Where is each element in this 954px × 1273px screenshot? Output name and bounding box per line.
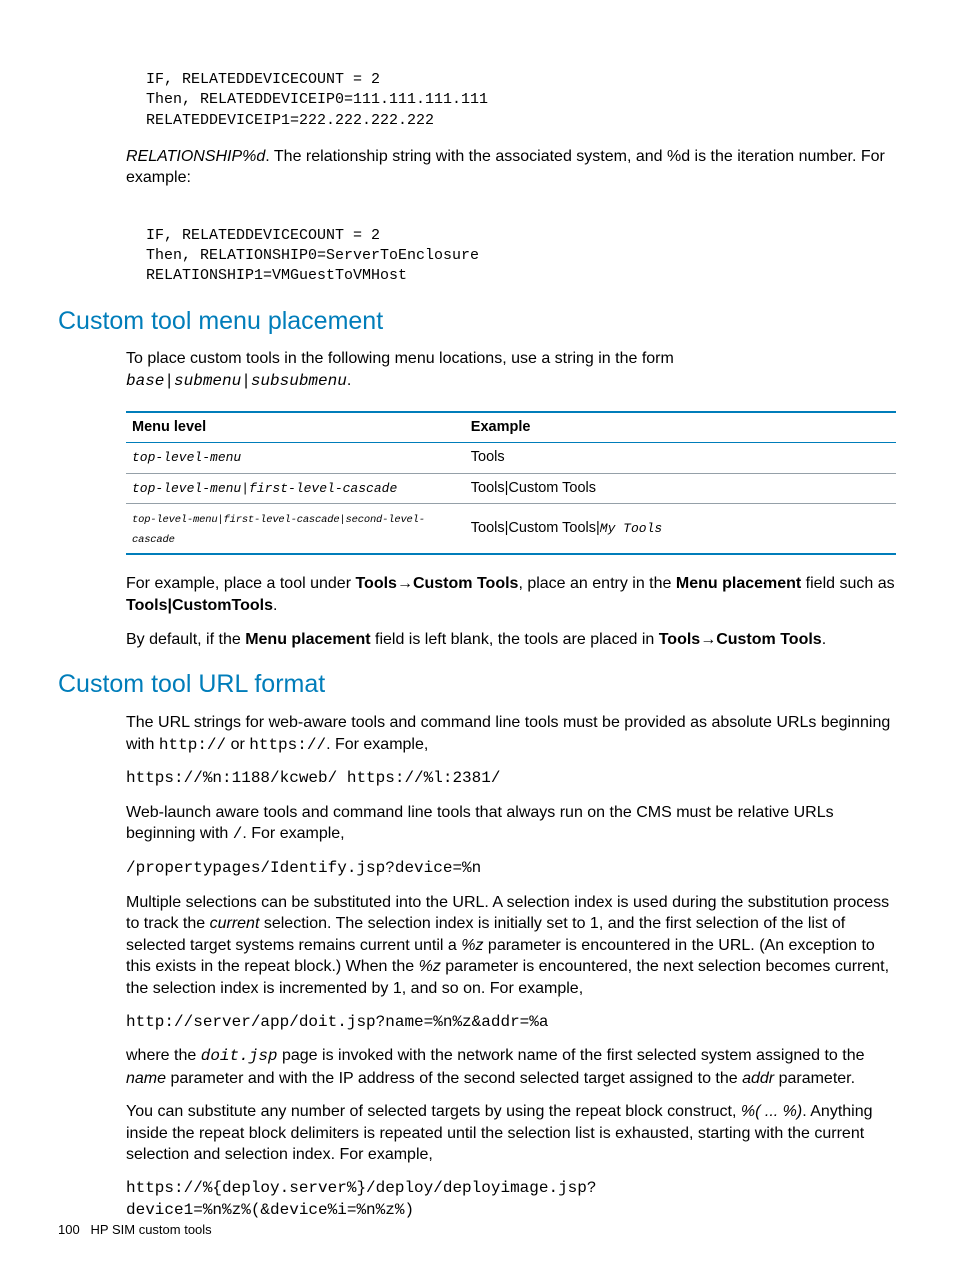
table-row: top-level-menu Tools [126,443,896,474]
bold: Custom Tools [413,575,518,592]
text: . [347,372,351,389]
table-row: top-level-menu|first-level-cascade|secon… [126,504,896,555]
text: . For example, [326,736,428,753]
text: field such as [801,575,894,592]
cell-mono: top-level-menu|first-level-cascade|secon… [132,514,425,546]
text: page is invoked with the network name of… [278,1047,865,1064]
italic-term: RELATIONSHIP%d [126,148,265,165]
paragraph-url-abs: The URL strings for web-aware tools and … [126,712,896,756]
menu-level-table: Menu level Example top-level-menu Tools … [126,411,896,556]
code-url-example-3: http://server/app/doit.jsp?name=%n%z&add… [126,1012,896,1034]
paragraph-relationship: RELATIONSHIP%d. The relationship string … [126,146,896,189]
mono-text: My Tools [600,521,662,536]
mono-text: doit.jsp [201,1047,278,1065]
paragraph-repeat-block: You can substitute any number of selecte… [126,1101,896,1166]
italic: name [126,1070,166,1087]
italic: %z [419,958,441,975]
cell-text: Tools|Custom Tools [465,473,896,504]
paragraph-placement-intro: To place custom tools in the following m… [126,348,896,392]
arrow: → [397,575,413,592]
text: parameter. [774,1070,855,1087]
mono-text: https:// [249,736,326,754]
text: . For example, [242,825,344,842]
bold: Menu placement [676,575,801,592]
bold: Tools [659,631,700,648]
code-block-relationship: IF, RELATEDDEVICECOUNT = 2 Then, RELATIO… [146,226,896,287]
italic: %z [461,937,483,954]
heading-menu-placement: Custom tool menu placement [58,305,896,339]
paragraph-place-example: For example, place a tool under Tools→Cu… [126,573,896,616]
table-row: top-level-menu|first-level-cascade Tools… [126,473,896,504]
paragraph-multi-selection: Multiple selections can be substituted i… [126,892,896,1000]
bold: Menu placement [245,631,370,648]
col-menu-level: Menu level [126,412,465,443]
heading-url-format: Custom tool URL format [58,668,896,702]
footer-text: HP SIM custom tools [91,1222,212,1237]
text: field is left blank, the tools are place… [371,631,659,648]
text: or [226,736,249,753]
paragraph-doit: where the doit.jsp page is invoked with … [126,1045,896,1089]
text: . [822,631,826,648]
cell-mono: top-level-menu|first-level-cascade [132,481,397,496]
italic: current [210,915,260,932]
italic: %( ... %) [741,1103,802,1120]
col-example: Example [465,412,896,443]
code-block-related-ip: IF, RELATEDDEVICECOUNT = 2 Then, RELATED… [146,70,896,131]
page-footer: 100 HP SIM custom tools [58,1221,212,1239]
text: Tools|Custom Tools| [471,520,600,536]
text: For example, place a tool under [126,575,355,592]
text: parameter and with the IP address of the… [166,1070,742,1087]
mono-text: / [233,825,243,843]
text: where the [126,1047,201,1064]
cell-text: Tools|Custom Tools|My Tools [465,504,896,555]
table-header-row: Menu level Example [126,412,896,443]
cell-text: Tools [465,443,896,474]
bold: Tools [355,575,396,592]
code-url-example-4: https://%{deploy.server%}/deploy/deployi… [126,1178,896,1221]
italic: addr [742,1070,774,1087]
text: To place custom tools in the following m… [126,350,674,367]
text: , place an entry in the [518,575,675,592]
text: You can substitute any number of selecte… [126,1103,741,1120]
paragraph-default-placement: By default, if the Menu placement field … [126,629,896,651]
mono-text: http:// [159,736,226,754]
paragraph-url-rel: Web-launch aware tools and command line … [126,802,896,846]
text: By default, if the [126,631,245,648]
text: . [273,597,277,614]
bold: Custom Tools [716,631,821,648]
bold: Tools|CustomTools [126,597,273,614]
code-url-example-2: /propertypages/Identify.jsp?device=%n [126,858,896,880]
code-url-example-1: https://%n:1188/kcweb/ https://%l:2381/ [126,768,896,790]
mono-text: base|submenu|subsubmenu [126,372,347,390]
cell-mono: top-level-menu [132,450,241,465]
page-number: 100 [58,1222,80,1237]
arrow: → [700,631,716,648]
